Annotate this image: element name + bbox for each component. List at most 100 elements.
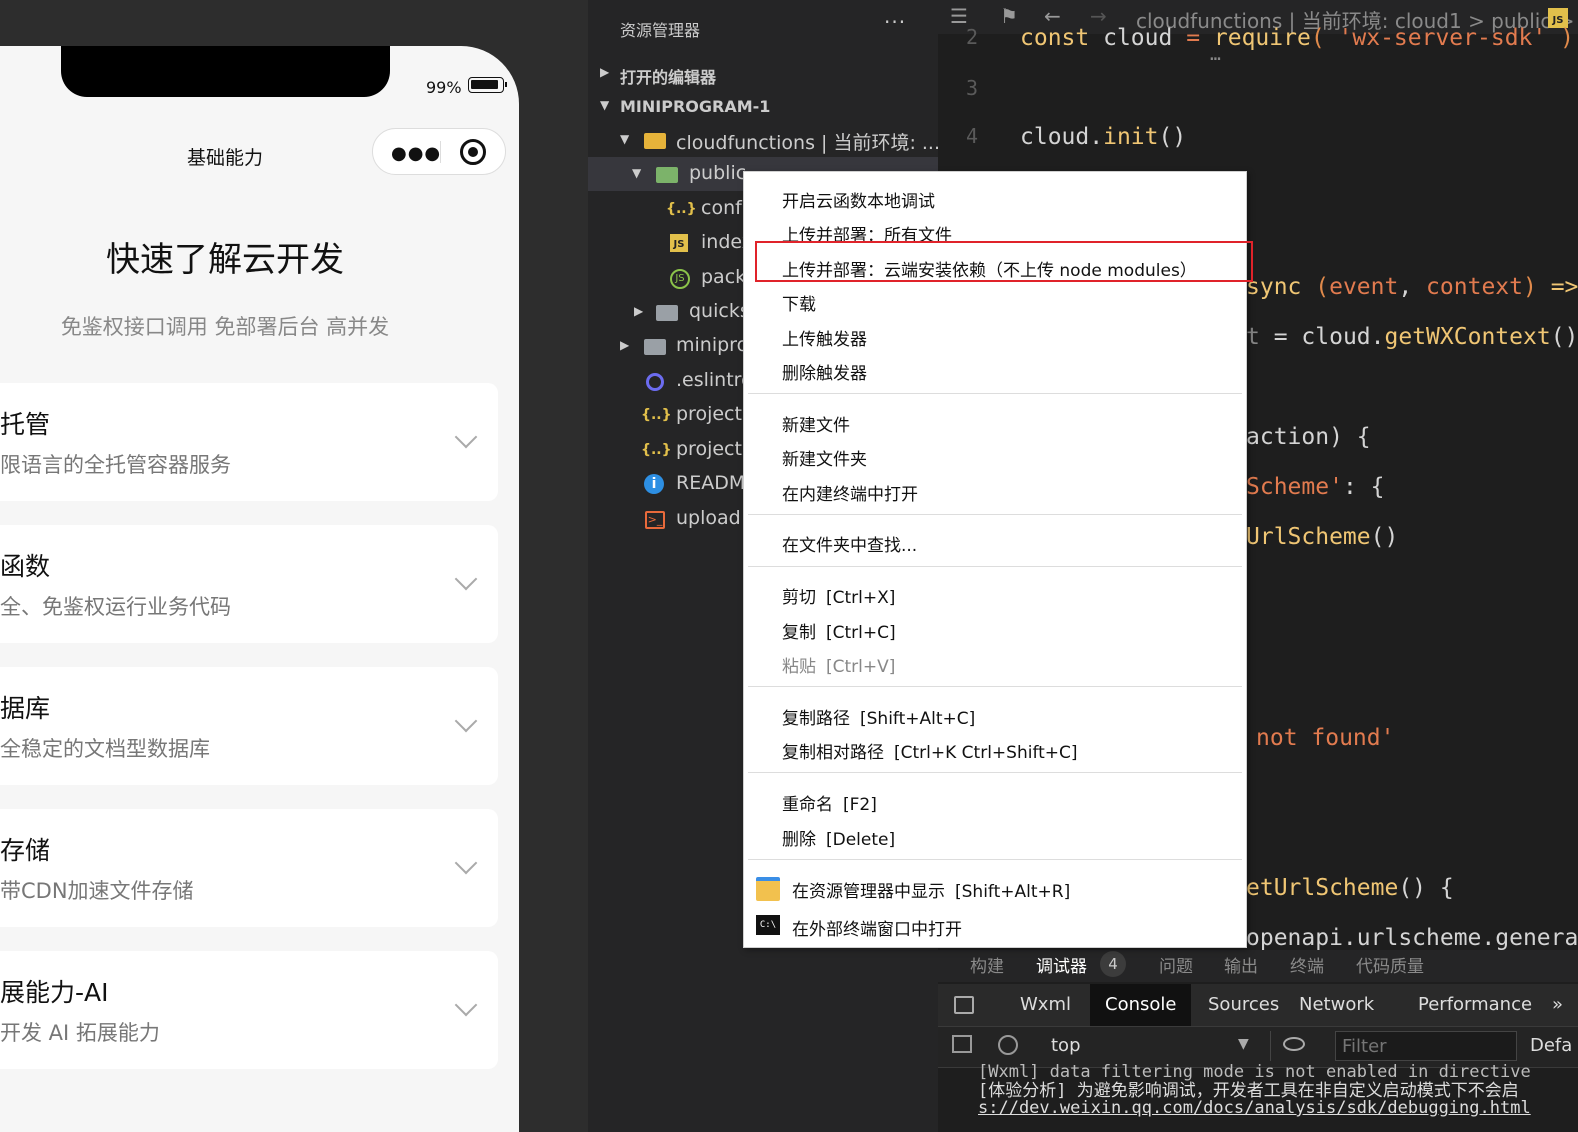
tab-console[interactable]: Console <box>1090 984 1192 1026</box>
log-levels-select[interactable]: Defa <box>1530 1035 1572 1056</box>
code-token: Scheme' <box>1246 474 1343 500</box>
feature-card[interactable]: 托管 限语言的全托管容器服务 <box>0 383 498 501</box>
code-token: sync <box>1246 274 1302 300</box>
menu-item-paste[interactable]: 粘贴 [Ctrl+V] <box>782 652 895 682</box>
console-link[interactable]: s://dev.weixin.qq.com/docs/analysis/sdk/… <box>978 1098 1531 1118</box>
code-token: () <box>1550 324 1578 350</box>
tree-item-label: project. <box>676 438 748 460</box>
feature-card[interactable]: 展能力-AI 开发 AI 拓展能力 <box>0 951 498 1069</box>
feature-card[interactable]: 存储 带CDN加速文件存储 <box>0 809 498 927</box>
tab-problems[interactable]: 问题 <box>1159 952 1193 977</box>
line-number: 4 <box>966 124 979 148</box>
context-menu: 开启云函数本地调试 上传并部署：所有文件 上传并部署：云端安装依赖（不上传 no… <box>743 171 1253 948</box>
code-token: 'wx-server-sdk' <box>1324 25 1561 51</box>
tab-code-quality[interactable]: 代码质量 <box>1356 952 1424 977</box>
tree-item-label: project. <box>676 403 748 425</box>
chevron-down-icon[interactable] <box>454 425 478 449</box>
menu-item-upload-cloud-install[interactable]: 上传并部署：云端安装依赖（不上传 node modules） <box>782 256 1197 286</box>
code-token: UrlScheme <box>1246 524 1371 550</box>
sidebar-toggle-icon[interactable] <box>952 1035 972 1053</box>
card-title: 函数 <box>0 552 51 581</box>
tab-build[interactable]: 构建 <box>970 952 1004 977</box>
menu-item-find-in-folder[interactable]: 在文件夹中查找... <box>782 531 917 561</box>
menu-item-shortcut: [Ctrl+V] <box>826 657 896 677</box>
section-label: MINIPROGRAM-1 <box>620 97 771 116</box>
hero-title: 快速了解云开发 <box>106 240 344 280</box>
menu-item-copy[interactable]: 复制 [Ctrl+C] <box>782 618 896 648</box>
menu-item-label: 开启云函数本地调试 <box>782 192 935 212</box>
code-token: cloud <box>1301 324 1371 350</box>
code-token: = <box>1186 25 1201 51</box>
menu-item-cut[interactable]: 剪切 [Ctrl+X] <box>782 583 895 613</box>
tree-item-label: cloudfunctions | 当前环境: ... <box>676 132 938 154</box>
open-editors-section[interactable]: ▶ 打开的编辑器 <box>588 56 938 90</box>
menu-separator <box>748 566 1242 567</box>
tab-debugger[interactable]: 调试器 <box>1036 952 1087 977</box>
filter-input[interactable] <box>1335 1031 1517 1061</box>
tab-network[interactable]: Network <box>1299 994 1374 1015</box>
chevron-right-icon: ▶ <box>600 65 610 79</box>
tab-wxml[interactable]: Wxml <box>1020 994 1071 1015</box>
chevron-right-icon: ▶ <box>620 338 630 352</box>
code-token: action <box>1246 424 1330 450</box>
line-number: 3 <box>966 76 979 100</box>
eye-icon[interactable] <box>1283 1037 1305 1051</box>
folder-open-icon <box>644 133 666 149</box>
clear-console-icon[interactable] <box>998 1035 1018 1055</box>
menu-item-open-external-terminal[interactable]: 在外部终端窗口中打开 <box>792 915 962 945</box>
menu-item-upload-trigger[interactable]: 上传触发器 <box>782 325 867 355</box>
chevron-down-icon[interactable] <box>454 851 478 875</box>
menu-item-copy-relative-path[interactable]: 复制相对路径 [Ctrl+K Ctrl+Shift+C] <box>782 738 1078 768</box>
tab-terminal[interactable]: 终端 <box>1290 952 1324 977</box>
chevron-down-icon[interactable] <box>454 709 478 733</box>
more-tabs-icon[interactable]: » <box>1552 994 1563 1015</box>
card-title: 存储 <box>0 836 51 865</box>
eslint-icon <box>646 373 664 391</box>
tree-item-label: pack <box>701 266 747 288</box>
tree-item-label: READM <box>676 472 746 494</box>
menu-item-local-debug[interactable]: 开启云函数本地调试 <box>782 187 935 217</box>
menu-item-rename[interactable]: 重命名 [F2] <box>782 790 877 820</box>
more-dots-icon[interactable]: ●●● <box>391 143 441 164</box>
menu-item-open-in-terminal[interactable]: 在内建终端中打开 <box>782 480 918 510</box>
code-token: ( <box>1310 25 1325 51</box>
menu-item-shortcut: [Ctrl+X] <box>826 588 896 608</box>
capsule-menu[interactable]: ●●● <box>372 128 506 175</box>
feature-card[interactable]: 据库 全稳定的文档型数据库 <box>0 667 498 785</box>
menu-item-delete-trigger[interactable]: 删除触发器 <box>782 359 867 389</box>
bookmark-icon[interactable]: ⚑ <box>1000 4 1018 28</box>
chevron-down-icon[interactable] <box>454 993 478 1017</box>
json-icon: {..} <box>641 407 672 423</box>
chevron-down-icon[interactable] <box>454 567 478 591</box>
project-section[interactable]: ▼ MINIPROGRAM-1 <box>588 89 938 123</box>
code-token: openapi.urlscheme.generate <box>1246 925 1578 950</box>
menu-item-copy-path[interactable]: 复制路径 [Shift+Alt+C] <box>782 704 975 734</box>
dropdown-arrow-icon[interactable]: ▼ <box>1238 1036 1249 1052</box>
inspect-element-icon[interactable] <box>954 996 974 1014</box>
code-token: getWXContext <box>1384 324 1551 350</box>
code-token: ) <box>1522 274 1537 300</box>
context-select[interactable]: top <box>1051 1035 1081 1056</box>
menu-item-delete[interactable]: 删除 [Delete] <box>782 825 895 855</box>
more-actions-icon[interactable]: ··· <box>884 10 906 34</box>
menu-item-label: 下载 <box>782 295 816 315</box>
menu-separator <box>748 772 1242 773</box>
tab-sources[interactable]: Sources <box>1208 994 1279 1015</box>
close-target-icon[interactable] <box>460 139 486 165</box>
code-token: ) <box>1329 424 1343 450</box>
menu-item-label: 在内建终端中打开 <box>782 485 918 505</box>
tab-output[interactable]: 输出 <box>1224 952 1258 977</box>
menu-separator <box>748 686 1242 687</box>
code-token: . <box>1089 124 1104 150</box>
menu-item-new-folder[interactable]: 新建文件夹 <box>782 445 867 475</box>
tree-item-cloudfunctions[interactable]: ▼ cloudfunctions | 当前环境: ... <box>588 123 938 157</box>
feature-card[interactable]: 函数 全、免鉴权运行业务代码 <box>0 525 498 643</box>
toolbar-divider <box>1270 1031 1271 1061</box>
code-token: ( <box>1301 274 1330 300</box>
menu-item-download[interactable]: 下载 <box>782 290 816 320</box>
menu-item-new-file[interactable]: 新建文件 <box>782 411 850 441</box>
tab-performance[interactable]: Performance <box>1418 994 1532 1015</box>
json-icon: {..} <box>666 201 697 217</box>
debugger-count-badge: 4 <box>1100 951 1126 977</box>
menu-item-reveal-in-explorer[interactable]: 在资源管理器中显示 [Shift+Alt+R] <box>792 877 1070 907</box>
